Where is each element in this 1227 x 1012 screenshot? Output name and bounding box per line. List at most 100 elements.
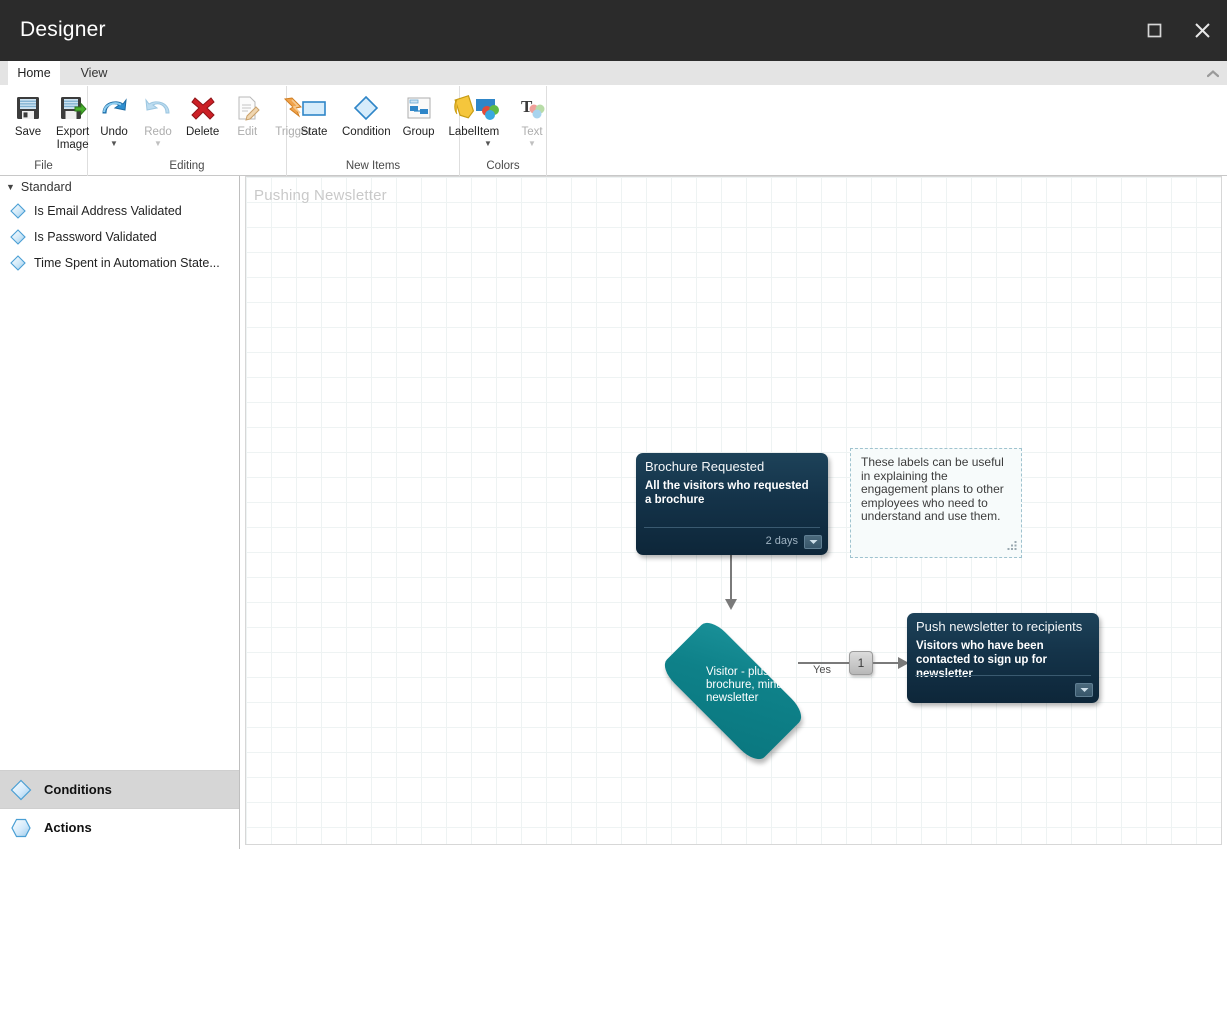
text-color-icon: T xyxy=(516,92,548,124)
delete-button[interactable]: Delete xyxy=(180,90,225,141)
canvas-area: Pushing Newsletter Yes 1 Brochure Reques… xyxy=(240,176,1227,849)
pencil-page-icon xyxy=(231,92,263,124)
chevron-up-icon xyxy=(1207,70,1219,78)
edit-button: Edit xyxy=(225,90,269,141)
ribbon-collapse-button[interactable] xyxy=(1205,66,1221,82)
ribbon: Home View Save Export Image File Undo ▼ … xyxy=(0,61,1227,176)
new-condition-label: Condition xyxy=(342,126,391,138)
left-panel-categories: Conditions Actions xyxy=(0,770,239,849)
new-group-button[interactable]: Group xyxy=(397,90,441,141)
sidebar-item-conditions[interactable]: Conditions xyxy=(0,770,239,808)
tree-item-email-validated[interactable]: Is Email Address Validated xyxy=(0,198,239,224)
state-node-dropdown-button[interactable] xyxy=(1075,683,1093,697)
chevron-down-icon xyxy=(1080,688,1088,692)
tree-item-password-validated[interactable]: Is Password Validated xyxy=(0,224,239,250)
conditions-tree: ▼ Standard Is Email Address Validated Is… xyxy=(0,176,239,770)
item-color-label: Item xyxy=(476,126,500,138)
undo-caret-icon[interactable]: ▼ xyxy=(110,140,118,148)
tree-item-label: Is Password Validated xyxy=(34,230,157,244)
group-diagram-icon xyxy=(403,92,435,124)
redo-arrow-icon xyxy=(142,92,174,124)
tree-item-label: Time Spent in Automation State... xyxy=(34,256,220,270)
condition-diamond-icon xyxy=(10,779,32,801)
undo-arrow-icon xyxy=(98,92,130,124)
red-x-icon xyxy=(187,92,219,124)
tree-group-standard-label: Standard xyxy=(20,180,72,194)
new-state-button[interactable]: State xyxy=(292,90,336,141)
window-title: Designer xyxy=(20,18,106,41)
close-button[interactable] xyxy=(1185,13,1219,47)
maximize-button[interactable] xyxy=(1137,13,1171,47)
new-state-label: State xyxy=(300,126,328,138)
maximize-icon xyxy=(1147,23,1161,37)
condition-node-visitor[interactable]: Visitor - plus brochure, minus newslette… xyxy=(658,616,808,766)
ribbon-group-new-items-label: New Items xyxy=(345,160,401,172)
sidebar-item-actions-label: Actions xyxy=(44,820,92,835)
diamond-icon xyxy=(350,92,382,124)
ribbon-group-new-items: State Condition Group Label New Items xyxy=(287,86,477,176)
tree-item-time-spent-automation-state[interactable]: Time Spent in Automation State... xyxy=(0,250,239,276)
ribbon-group-editing-label: Editing xyxy=(169,160,205,172)
undo-label: Undo xyxy=(100,126,128,138)
state-node-title: Push newsletter to recipients xyxy=(916,619,1083,634)
rectangle-icon xyxy=(298,92,330,124)
left-panel: ▼ Standard Is Email Address Validated Is… xyxy=(0,176,240,849)
tab-home[interactable]: Home xyxy=(8,61,60,85)
new-group-label: Group xyxy=(402,126,435,138)
condition-diamond-icon xyxy=(10,255,26,271)
state-node-divider xyxy=(644,527,820,528)
sidebar-item-conditions-label: Conditions xyxy=(44,782,112,797)
ribbon-group-file-label: File xyxy=(34,160,53,172)
redo-button: Redo ▼ xyxy=(136,90,180,150)
ribbon-group-editing: Undo ▼ Redo ▼ Delete Edit Trigger Editin… xyxy=(88,86,311,176)
diagram-canvas[interactable]: Pushing Newsletter Yes 1 Brochure Reques… xyxy=(245,176,1222,845)
state-node-title: Brochure Requested xyxy=(645,459,765,474)
delete-label: Delete xyxy=(186,126,220,138)
label-note-text: These labels can be useful in explaining… xyxy=(861,455,1004,523)
triangle-down-icon: ▼ xyxy=(6,182,15,192)
item-color-caret-icon[interactable]: ▼ xyxy=(484,140,492,148)
state-node-description: All the visitors who requested a brochur… xyxy=(645,480,809,506)
redo-caret-icon: ▼ xyxy=(154,139,162,148)
floppy-disk-icon xyxy=(12,92,44,124)
item-color-icon xyxy=(472,92,504,124)
edge-label-yes: Yes xyxy=(813,664,831,676)
save-button[interactable]: Save xyxy=(6,90,50,141)
state-node-duration: 2 days xyxy=(765,535,798,547)
chevron-down-icon xyxy=(809,540,817,544)
new-condition-button[interactable]: Condition xyxy=(336,90,397,141)
connector-arrowhead-down xyxy=(725,599,737,610)
action-hexagon-icon xyxy=(10,817,32,839)
undo-button[interactable]: Undo ▼ xyxy=(92,90,136,150)
sidebar-item-actions[interactable]: Actions xyxy=(0,808,239,846)
connector-junction-to-push xyxy=(873,662,901,664)
condition-node-text: Visitor - plus brochure, minus newslette… xyxy=(706,666,789,704)
window-titlebar: Designer xyxy=(0,0,1227,61)
ribbon-body: Save Export Image File Undo ▼ Redo ▼ Del… xyxy=(0,85,1227,176)
ribbon-group-file: Save Export Image File xyxy=(0,86,90,176)
window-controls xyxy=(1137,13,1219,47)
edit-label: Edit xyxy=(237,126,258,138)
condition-diamond-icon xyxy=(10,203,26,219)
state-node-divider xyxy=(915,675,1091,676)
tree-group-standard[interactable]: ▼ Standard xyxy=(0,176,239,198)
state-node-push-newsletter[interactable]: Push newsletter to recipients Visitors w… xyxy=(907,613,1099,703)
text-color-button: T Text ▼ xyxy=(510,90,554,150)
junction-node[interactable]: 1 xyxy=(849,651,873,675)
save-label: Save xyxy=(14,126,42,138)
label-note[interactable]: These labels can be useful in explaining… xyxy=(850,448,1022,558)
item-color-button[interactable]: Item ▼ xyxy=(466,90,510,150)
canvas-title: Pushing Newsletter xyxy=(254,187,387,204)
text-color-caret-icon: ▼ xyxy=(528,139,536,148)
redo-label: Redo xyxy=(144,126,172,138)
state-node-brochure-requested[interactable]: Brochure Requested All the visitors who … xyxy=(636,453,828,555)
state-node-dropdown-button[interactable] xyxy=(804,535,822,549)
export-image-label: Export Image xyxy=(56,126,90,151)
connector-brochure-to-condition xyxy=(730,554,732,600)
text-color-label: Text xyxy=(521,126,543,138)
condition-diamond-icon xyxy=(10,229,26,245)
tree-item-label: Is Email Address Validated xyxy=(34,204,182,218)
tab-view[interactable]: View xyxy=(68,61,120,85)
ribbon-tab-row: Home View xyxy=(0,61,1227,85)
resize-grip-icon[interactable] xyxy=(1007,540,1018,554)
